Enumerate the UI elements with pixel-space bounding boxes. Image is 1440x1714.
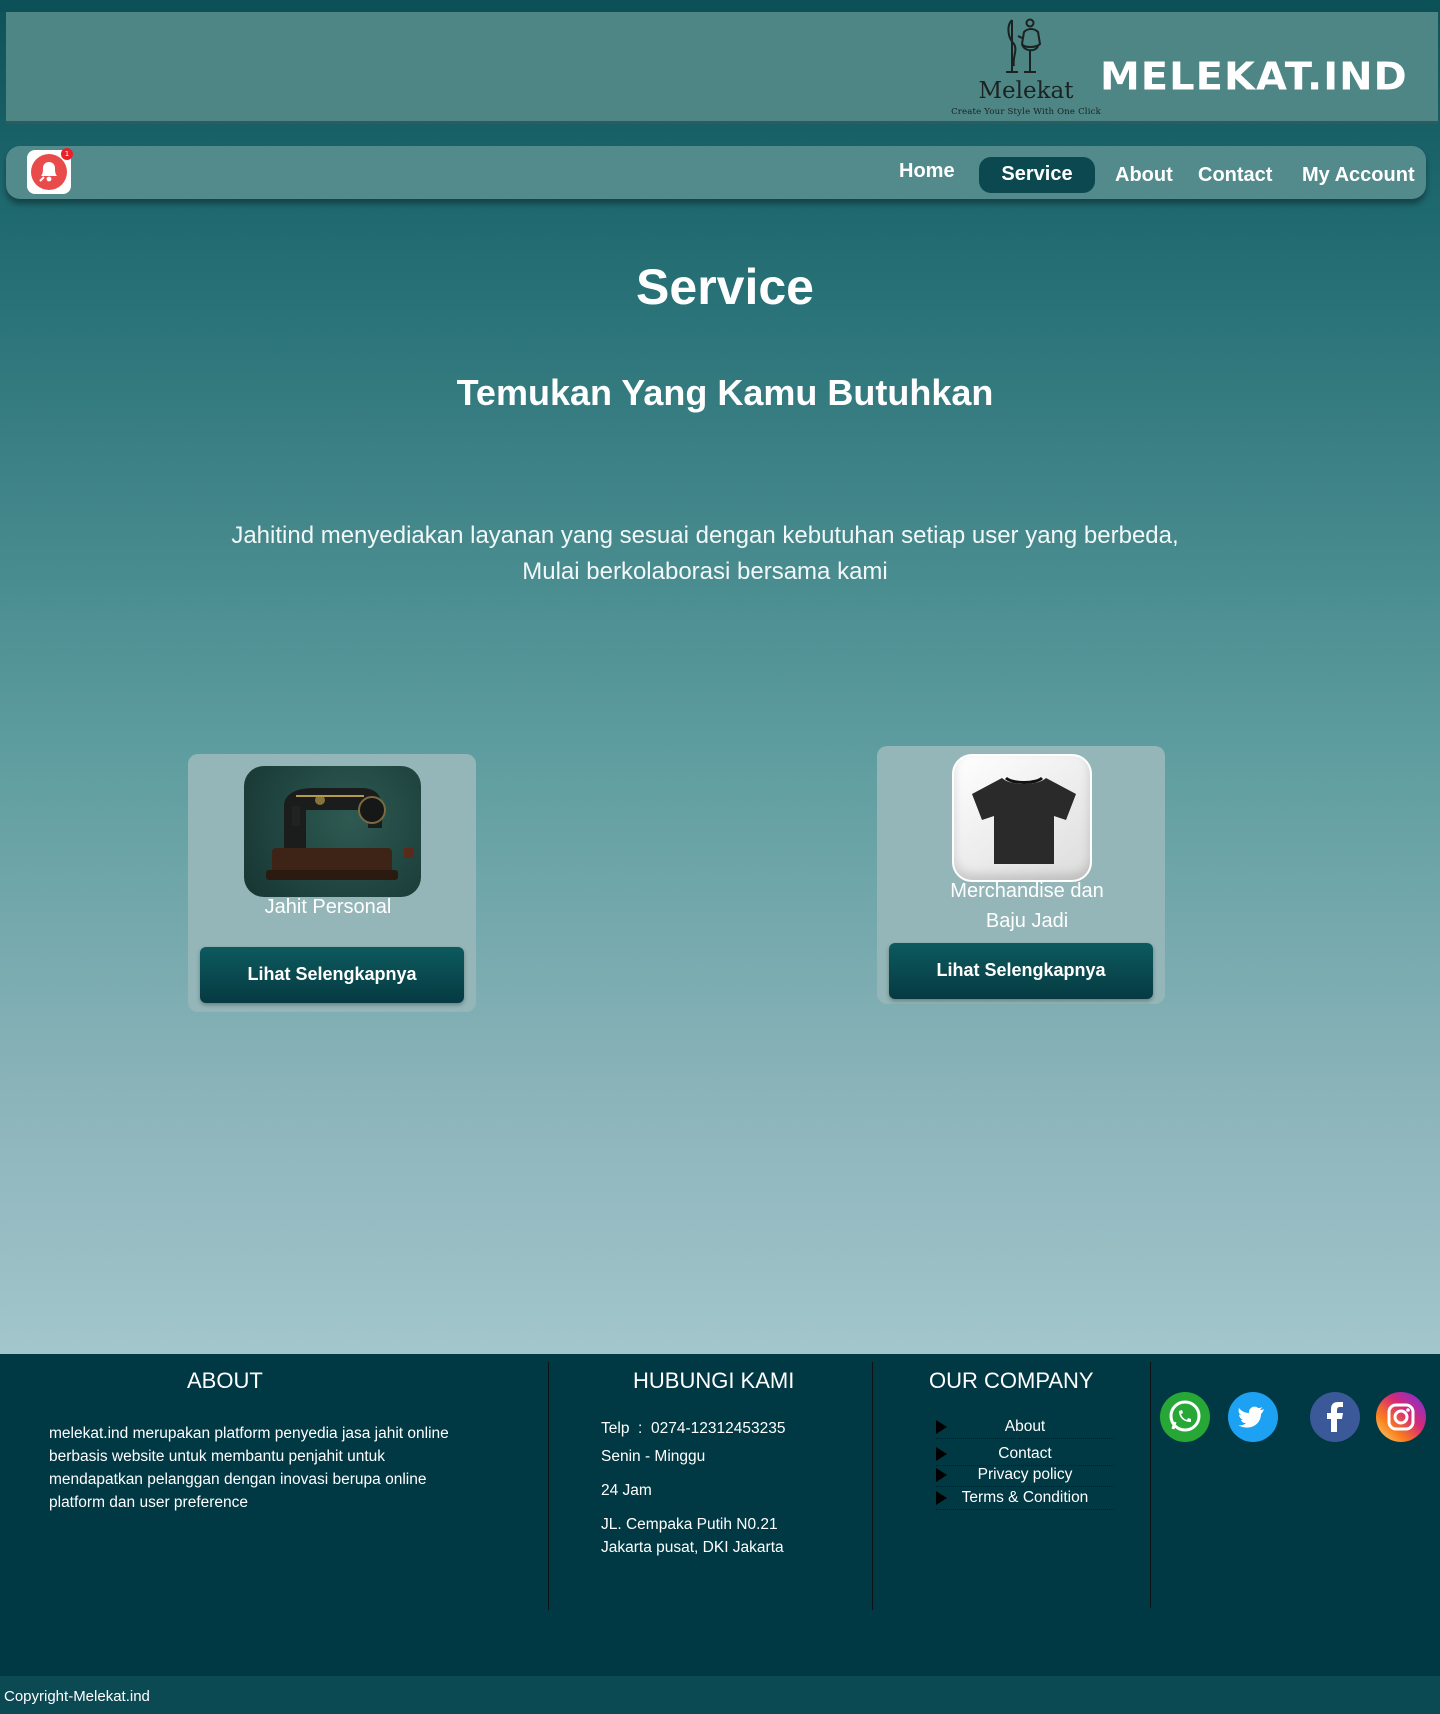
footer-hours: 24 Jam	[601, 1482, 652, 1499]
footer-link-about[interactable]: About	[936, 1417, 1114, 1439]
footer-divider-2	[872, 1362, 873, 1610]
service-card-jahit-personal: Jahit Personal Lihat Selengkapnya	[188, 754, 476, 1012]
card-label-merchandise-line-2: Baju Jadi	[985, 910, 1069, 932]
intro-line-1: Jahitind menyediakan layanan yang sesuai…	[231, 522, 1179, 549]
footer-link-about-label: About	[1004, 1418, 1046, 1435]
brand-name: MELEKAT.IND	[1100, 55, 1408, 99]
footer-about-text: melekat.ind merupakan platform penyedia …	[49, 1422, 549, 1514]
logo-tagline: Create Your Style With One Click	[951, 107, 1101, 117]
tshirt-icon	[952, 754, 1092, 882]
nav-service[interactable]: Service	[979, 157, 1095, 193]
footer-about-line-1: melekat.ind merupakan platform penyedia …	[49, 1425, 449, 1442]
footer-about-line-4: platform dan user preference	[49, 1494, 249, 1511]
main-nav: 1 Home Service About Contact My Account	[6, 146, 1426, 199]
footer-about-heading: ABOUT	[187, 1368, 263, 1393]
whatsapp-icon[interactable]	[1160, 1392, 1210, 1442]
nav-home[interactable]: Home	[899, 160, 955, 183]
nav-my-account[interactable]: My Account	[1302, 164, 1415, 187]
footer-address: JL. Cempaka Putih N0.21 Jakarta pusat, D…	[601, 1513, 784, 1559]
page-title: Service	[636, 259, 814, 315]
notification-button[interactable]: 1	[27, 148, 73, 194]
mannequin-logo-icon	[1006, 18, 1042, 73]
twitter-icon[interactable]	[1228, 1392, 1278, 1442]
intro-line-2: Mulai berkolaborasi bersama kami	[522, 558, 888, 585]
nav-contact[interactable]: Contact	[1198, 164, 1272, 187]
footer-divider-3	[1150, 1362, 1151, 1608]
site-header: Melekat Create Your Style With One Click…	[6, 12, 1438, 124]
card-label-merchandise-line-1: Merchandise dan	[950, 880, 1104, 902]
footer-contact-heading: HUBUNGI KAMI	[633, 1368, 795, 1393]
lihat-selengkapnya-button-1[interactable]: Lihat Selengkapnya	[200, 947, 464, 1003]
footer-link-contact-label: Contact	[998, 1445, 1052, 1462]
lihat-selengkapnya-button-2[interactable]: Lihat Selengkapnya	[889, 943, 1153, 999]
footer-company-heading: OUR COMPANY	[929, 1368, 1094, 1393]
footer-phone: Telp : 0274-12312453235	[601, 1420, 786, 1437]
instagram-icon[interactable]	[1376, 1392, 1426, 1442]
copyright-text: Copyright-Melekat.ind	[4, 1688, 150, 1705]
page-subtitle: Temukan Yang Kamu Butuhkan	[456, 372, 994, 413]
footer-about-line-2: berbasis website untuk membantu penjahit…	[49, 1448, 386, 1465]
nav-about[interactable]: About	[1115, 164, 1173, 187]
notification-badge: 1	[61, 148, 73, 160]
footer-link-privacy[interactable]: Privacy policy	[936, 1465, 1114, 1487]
footer-about-line-3: mendapatkan pelanggan dengan inovasi ber…	[49, 1471, 427, 1488]
site-footer: ABOUT melekat.ind merupakan platform pen…	[0, 1354, 1440, 1676]
logo-name: Melekat	[978, 78, 1074, 104]
footer-link-terms[interactable]: Terms & Condition	[936, 1488, 1114, 1510]
service-card-merchandise: Merchandise dan Baju Jadi Lihat Selengka…	[877, 746, 1165, 1004]
footer-days: Senin - Minggu	[601, 1448, 706, 1465]
footer-link-contact[interactable]: Contact	[936, 1444, 1114, 1466]
sewing-machine-icon	[244, 766, 421, 897]
facebook-icon[interactable]	[1310, 1392, 1360, 1442]
top-strip	[0, 0, 1440, 12]
footer-link-terms-label: Terms & Condition	[961, 1489, 1089, 1506]
card-label-jahit-personal: Jahit Personal	[264, 896, 392, 918]
footer-address-line-1: JL. Cempaka Putih N0.21	[601, 1516, 778, 1533]
intro-text: Jahitind menyediakan layanan yang sesuai…	[120, 518, 1290, 590]
logo[interactable]: Melekat Create Your Style With One Click	[946, 14, 1106, 122]
footer-bottom-bar	[0, 1676, 1440, 1714]
card-label-merchandise: Merchandise dan Baju Jadi	[877, 876, 1177, 936]
footer-divider-1	[548, 1362, 549, 1610]
footer-link-privacy-label: Privacy policy	[977, 1466, 1073, 1483]
footer-address-line-2: Jakarta pusat, DKI Jakarta	[601, 1539, 784, 1556]
